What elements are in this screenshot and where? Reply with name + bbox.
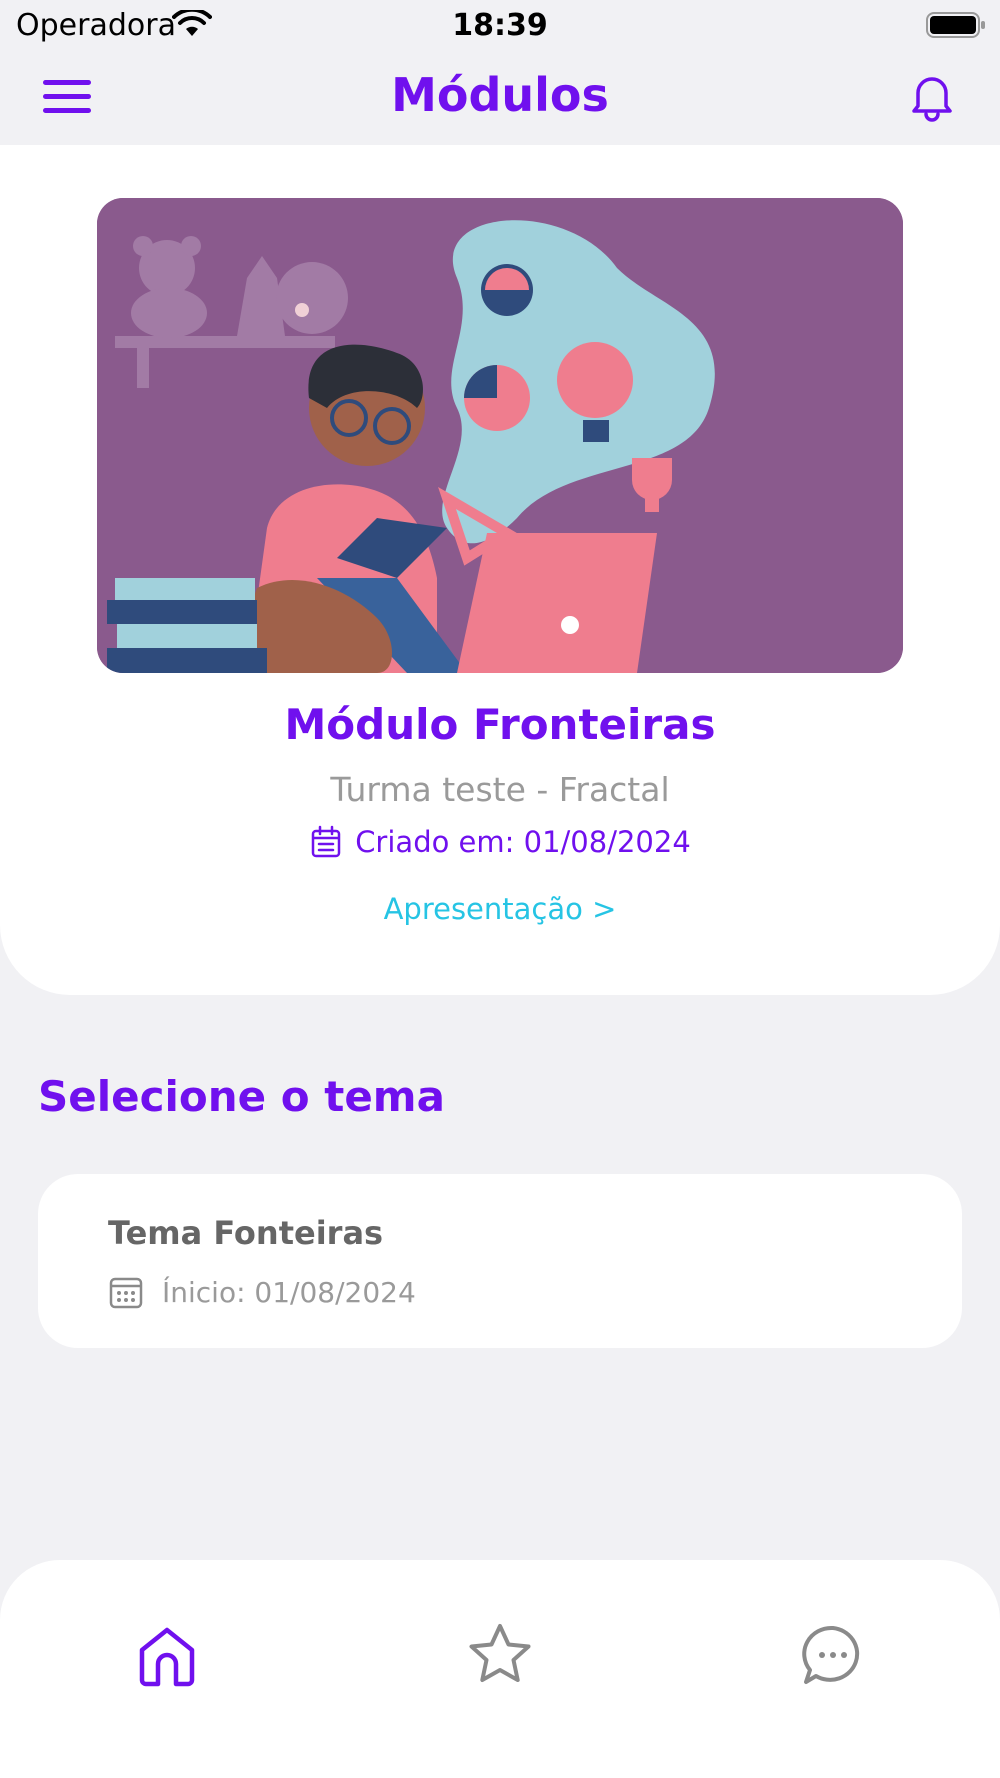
- section-title: Selecione o tema: [38, 1072, 445, 1121]
- status-time: 18:39: [452, 8, 548, 43]
- bell-icon[interactable]: [904, 68, 960, 124]
- home-icon[interactable]: [132, 1620, 202, 1690]
- module-created-date: Criado em: 01/08/2024: [0, 825, 1000, 859]
- module-created-label: Criado em: 01/08/2024: [355, 825, 691, 859]
- theme-title: Tema Fonteiras: [108, 1214, 384, 1252]
- calendar-grid-icon: [109, 1277, 143, 1309]
- theme-start-label: Ínicio: 01/08/2024: [162, 1275, 416, 1309]
- module-illustration: [97, 198, 903, 673]
- module-card: Módulo Fronteiras Turma teste - Fractal …: [0, 145, 1000, 995]
- app-screen: Operadora 18:39 Módulos Módulo Fronteira…: [0, 0, 1000, 1778]
- presentation-link[interactable]: Apresentação >: [0, 892, 1000, 926]
- battery-icon: [926, 12, 985, 38]
- status-bar: Operadora 18:39: [0, 0, 1000, 50]
- star-icon[interactable]: [465, 1620, 535, 1690]
- page-title: Módulos: [391, 68, 609, 122]
- theme-card[interactable]: Tema Fonteiras Ínicio: 01/08/2024: [38, 1174, 962, 1348]
- bottom-navigation: [0, 1560, 1000, 1778]
- module-title: Módulo Fronteiras: [284, 700, 716, 749]
- chat-bubble-icon[interactable]: [798, 1620, 868, 1690]
- app-header: Módulos: [0, 50, 1000, 145]
- calendar-icon: [311, 825, 341, 858]
- theme-start-date: Ínicio: 01/08/2024: [108, 1274, 416, 1310]
- module-class-name: Turma teste - Fractal: [330, 770, 670, 809]
